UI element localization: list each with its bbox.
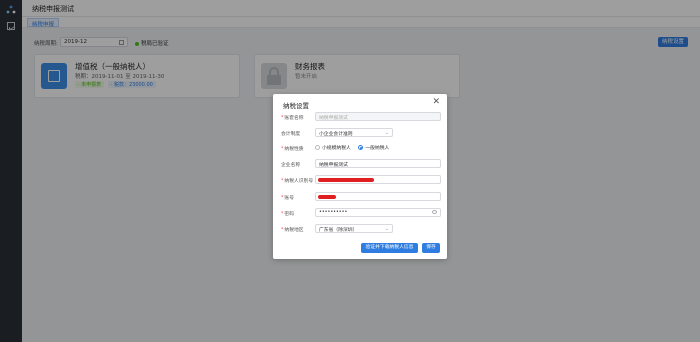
- book-name-field: 纳税申报测试: [315, 112, 441, 121]
- account-label: 账号: [284, 196, 295, 201]
- company-name-label: 企业名称: [281, 163, 301, 168]
- tax-region-label: 纳税地区: [284, 228, 304, 233]
- dialog-title: 纳税设置: [283, 102, 309, 110]
- save-button[interactable]: 保存: [422, 243, 440, 253]
- accounting-system-select[interactable]: 小企业会计准则 ⌄: [315, 128, 393, 137]
- account-row: *账号: [273, 191, 447, 203]
- verify-download-button[interactable]: 验证并下载纳税人信息: [361, 243, 418, 253]
- password-field[interactable]: ••••••••••: [315, 208, 441, 217]
- close-icon[interactable]: ✕: [432, 97, 440, 107]
- radio-general-label[interactable]: 一般纳税人: [365, 146, 389, 151]
- tax-settings-dialog: 纳税设置 ✕ *账套名称 纳税申报测试 会计制度 小企业会计准则 ⌄ *纳税性质…: [273, 94, 447, 259]
- account-field[interactable]: [315, 192, 441, 201]
- taxpayer-type-label: 纳税性质: [284, 147, 304, 152]
- book-name-row: *账套名称 纳税申报测试: [273, 111, 447, 123]
- redaction-mark: [318, 195, 336, 199]
- password-value: ••••••••••: [319, 210, 348, 215]
- tax-region-row: *纳税地区 广东省（除深圳） ⌄: [273, 223, 447, 235]
- tax-region-value: 广东省（除深圳）: [319, 228, 358, 233]
- tax-region-select[interactable]: 广东省（除深圳） ⌄: [315, 224, 393, 233]
- password-label: 密码: [284, 212, 295, 217]
- radio-small-scale-label[interactable]: 小规模纳税人: [322, 146, 351, 151]
- taxpayer-id-row: *纳税人识别号: [273, 174, 447, 186]
- company-name-row: 企业名称 纳税申报测试: [273, 158, 447, 170]
- taxpayer-type-radios: 小规模纳税人 一般纳税人: [315, 144, 395, 151]
- password-row: *密码 ••••••••••: [273, 207, 447, 219]
- redaction-mark: [318, 178, 374, 182]
- taxpayer-id-field[interactable]: [315, 175, 441, 184]
- radio-small-scale[interactable]: [315, 145, 320, 150]
- accounting-system-label: 会计制度: [281, 132, 301, 137]
- taxpayer-type-row: *纳税性质 小规模纳税人 一般纳税人: [273, 142, 447, 154]
- company-name-field[interactable]: 纳税申报测试: [315, 159, 441, 168]
- eye-icon[interactable]: [432, 210, 437, 214]
- accounting-system-row: 会计制度 小企业会计准则 ⌄: [273, 127, 447, 139]
- radio-general[interactable]: [358, 145, 364, 150]
- chevron-down-icon: ⌄: [384, 130, 389, 136]
- accounting-system-value: 小企业会计准则: [319, 132, 353, 137]
- chevron-down-icon: ⌄: [384, 226, 389, 232]
- book-name-label: 账套名称: [284, 116, 304, 121]
- taxpayer-id-label: 纳税人识别号: [284, 179, 314, 184]
